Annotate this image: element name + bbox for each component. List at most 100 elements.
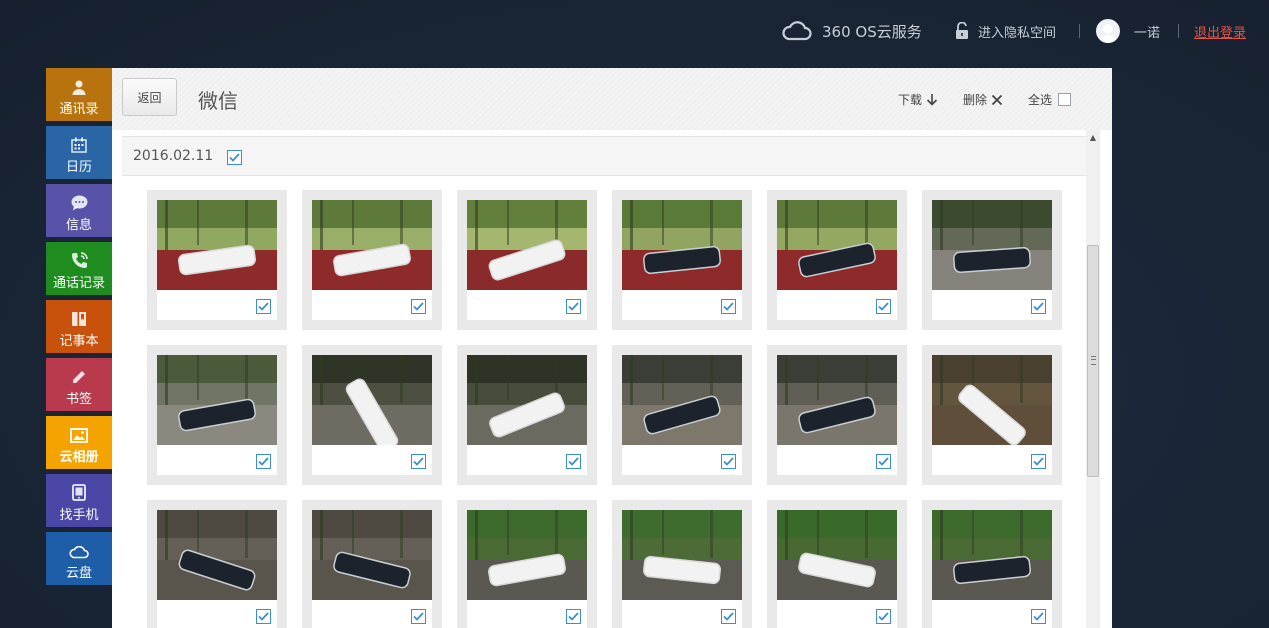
date-select-checkbox[interactable] xyxy=(227,150,242,165)
delete-label: 删除 xyxy=(963,93,988,107)
select-all-toggle[interactable]: 全选 xyxy=(1028,91,1072,108)
photo-content: 2016.02.11 xyxy=(122,130,1086,628)
photo-item[interactable] xyxy=(302,190,442,330)
photo-checkbox[interactable] xyxy=(876,609,891,624)
separator xyxy=(1178,24,1179,38)
scroll-up-arrow[interactable]: ▲ xyxy=(1086,130,1100,144)
photo-checkbox[interactable] xyxy=(876,454,891,469)
photo-item[interactable] xyxy=(147,500,287,628)
photo-checkbox[interactable] xyxy=(721,454,736,469)
photo-caption xyxy=(312,445,432,475)
avatar[interactable] xyxy=(1096,19,1120,43)
photo-item[interactable] xyxy=(612,345,752,485)
photo-item[interactable] xyxy=(612,190,752,330)
page-title: 微信 xyxy=(198,89,238,113)
photo-checkbox[interactable] xyxy=(1031,609,1046,624)
tablet-icon xyxy=(72,483,86,501)
sidebar-item-label: 云相册 xyxy=(59,449,99,465)
sidebar-item-notebook[interactable]: 记事本 xyxy=(46,300,112,353)
photo-item[interactable] xyxy=(457,500,597,628)
scrollbar-thumb[interactable] xyxy=(1087,245,1099,477)
user-icon xyxy=(72,80,86,95)
photo-checkbox[interactable] xyxy=(411,454,426,469)
photo-item[interactable] xyxy=(922,345,1062,485)
sidebar-item-find-phone[interactable]: 找手机 xyxy=(46,474,112,527)
photo-caption xyxy=(777,600,897,628)
photo-thumbnail xyxy=(312,510,432,600)
photo-checkbox[interactable] xyxy=(1031,299,1046,314)
photo-item[interactable] xyxy=(147,190,287,330)
cloud-service-link[interactable]: 360 OS云服务 xyxy=(782,20,922,42)
scrollbar[interactable]: ▲ xyxy=(1086,130,1100,628)
photo-item[interactable] xyxy=(147,345,287,485)
select-all-checkbox[interactable] xyxy=(1058,93,1072,106)
photo-checkbox[interactable] xyxy=(566,454,581,469)
photo-item[interactable] xyxy=(767,345,907,485)
photo-item[interactable] xyxy=(457,190,597,330)
photo-thumbnail xyxy=(932,355,1052,445)
photo-item[interactable] xyxy=(767,500,907,628)
photo-caption xyxy=(932,290,1052,320)
photo-caption xyxy=(157,290,277,320)
photo-checkbox[interactable] xyxy=(721,609,736,624)
photo-caption xyxy=(932,445,1052,475)
photo-item[interactable] xyxy=(922,500,1062,628)
photo-checkbox[interactable] xyxy=(721,299,736,314)
photo-checkbox[interactable] xyxy=(566,299,581,314)
sidebar-item-call-log[interactable]: 通话记录 xyxy=(46,242,112,295)
picture-icon xyxy=(70,427,88,443)
photo-caption xyxy=(157,600,277,628)
photo-checkbox[interactable] xyxy=(876,299,891,314)
panel-header: 返回 微信 下载 删除 全选 xyxy=(112,68,1112,130)
photo-checkbox[interactable] xyxy=(566,609,581,624)
sidebar-item-label: 通讯录 xyxy=(59,101,99,117)
private-space-link[interactable]: 进入隐私空间 xyxy=(954,20,1056,42)
photo-thumbnail xyxy=(622,355,742,445)
arrow-down-icon xyxy=(926,94,938,106)
cloud-service-label: 360 OS云服务 xyxy=(822,22,922,41)
delete-button[interactable]: 删除 xyxy=(963,91,1003,108)
sidebar-item-cloud-album[interactable]: 云相册 xyxy=(46,416,112,469)
photo-checkbox[interactable] xyxy=(411,299,426,314)
photo-item[interactable] xyxy=(302,345,442,485)
sidebar: 通讯录 日历 信息 通话记录 记事本 书签 云相册 找手机 云盘 xyxy=(46,68,112,590)
photo-checkbox[interactable] xyxy=(256,609,271,624)
sidebar-item-bookmarks[interactable]: 书签 xyxy=(46,358,112,411)
username: 一诺 xyxy=(1134,25,1161,41)
message-icon xyxy=(71,195,87,210)
photo-item[interactable] xyxy=(612,500,752,628)
close-icon xyxy=(991,94,1003,105)
photo-thumbnail xyxy=(157,355,277,445)
photo-thumbnail xyxy=(777,200,897,290)
photo-item[interactable] xyxy=(302,500,442,628)
sidebar-item-contacts[interactable]: 通讯录 xyxy=(46,68,112,121)
photo-checkbox[interactable] xyxy=(256,454,271,469)
back-button[interactable]: 返回 xyxy=(122,78,177,116)
photo-item[interactable] xyxy=(457,345,597,485)
download-label: 下载 xyxy=(898,93,923,107)
photo-checkbox[interactable] xyxy=(411,609,426,624)
sidebar-item-calendar[interactable]: 日历 xyxy=(46,126,112,179)
photo-caption xyxy=(467,290,587,320)
photo-caption xyxy=(622,290,742,320)
photo-thumbnail xyxy=(467,510,587,600)
sidebar-item-label: 日历 xyxy=(65,159,92,175)
photo-caption xyxy=(312,290,432,320)
download-button[interactable]: 下载 xyxy=(898,91,938,108)
sidebar-item-cloud-drive[interactable]: 云盘 xyxy=(46,532,112,585)
photo-caption xyxy=(622,445,742,475)
photo-thumbnail xyxy=(312,355,432,445)
photo-item[interactable] xyxy=(922,190,1062,330)
photo-caption xyxy=(157,445,277,475)
unlock-icon xyxy=(956,22,968,39)
sidebar-item-messages[interactable]: 信息 xyxy=(46,184,112,237)
photo-checkbox[interactable] xyxy=(1031,454,1046,469)
logout-link[interactable]: 退出登录 xyxy=(1194,20,1246,42)
photo-caption xyxy=(312,600,432,628)
sidebar-item-label: 通话记录 xyxy=(52,275,105,291)
date-group-header: 2016.02.11 xyxy=(122,136,1086,176)
grip-icon xyxy=(1091,356,1096,365)
photo-checkbox[interactable] xyxy=(256,299,271,314)
photo-thumbnail xyxy=(622,200,742,290)
photo-item[interactable] xyxy=(767,190,907,330)
